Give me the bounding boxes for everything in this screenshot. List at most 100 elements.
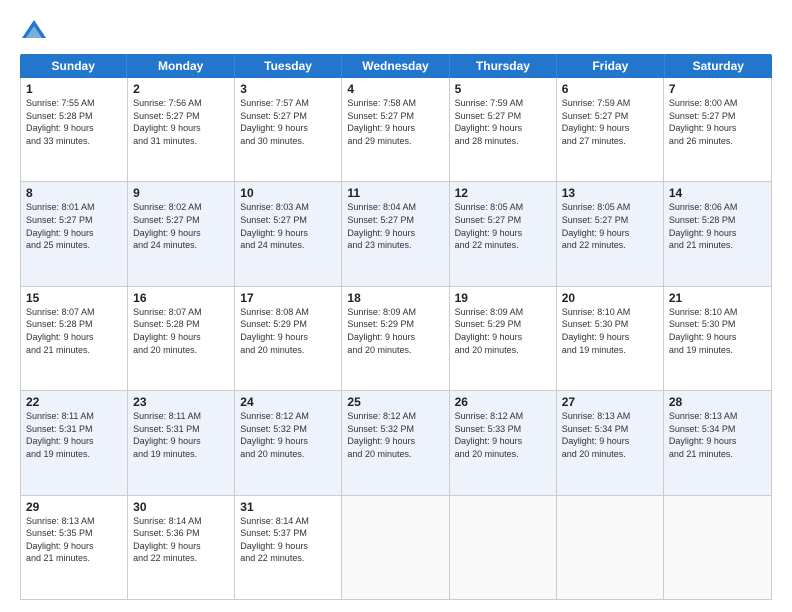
calendar-cell-17: 17Sunrise: 8:08 AMSunset: 5:29 PMDayligh… bbox=[235, 287, 342, 390]
cell-content: Sunrise: 8:02 AMSunset: 5:27 PMDaylight:… bbox=[133, 201, 229, 251]
cell-content: Sunrise: 8:13 AMSunset: 5:34 PMDaylight:… bbox=[669, 410, 766, 460]
calendar-cell-30: 30Sunrise: 8:14 AMSunset: 5:36 PMDayligh… bbox=[128, 496, 235, 599]
day-number: 28 bbox=[669, 395, 766, 409]
header-day-wednesday: Wednesday bbox=[342, 54, 449, 78]
cell-content: Sunrise: 7:59 AMSunset: 5:27 PMDaylight:… bbox=[562, 97, 658, 147]
calendar-cell-6: 6Sunrise: 7:59 AMSunset: 5:27 PMDaylight… bbox=[557, 78, 664, 181]
calendar-cell-13: 13Sunrise: 8:05 AMSunset: 5:27 PMDayligh… bbox=[557, 182, 664, 285]
day-number: 9 bbox=[133, 186, 229, 200]
day-number: 12 bbox=[455, 186, 551, 200]
cell-content: Sunrise: 8:05 AMSunset: 5:27 PMDaylight:… bbox=[455, 201, 551, 251]
calendar-row: 29Sunrise: 8:13 AMSunset: 5:35 PMDayligh… bbox=[21, 496, 771, 599]
day-number: 18 bbox=[347, 291, 443, 305]
calendar-cell-15: 15Sunrise: 8:07 AMSunset: 5:28 PMDayligh… bbox=[21, 287, 128, 390]
calendar-body: 1Sunrise: 7:55 AMSunset: 5:28 PMDaylight… bbox=[20, 78, 772, 600]
cell-content: Sunrise: 8:04 AMSunset: 5:27 PMDaylight:… bbox=[347, 201, 443, 251]
cell-content: Sunrise: 8:09 AMSunset: 5:29 PMDaylight:… bbox=[347, 306, 443, 356]
cell-content: Sunrise: 8:07 AMSunset: 5:28 PMDaylight:… bbox=[26, 306, 122, 356]
calendar-cell-25: 25Sunrise: 8:12 AMSunset: 5:32 PMDayligh… bbox=[342, 391, 449, 494]
cell-content: Sunrise: 8:10 AMSunset: 5:30 PMDaylight:… bbox=[562, 306, 658, 356]
calendar-cell-1: 1Sunrise: 7:55 AMSunset: 5:28 PMDaylight… bbox=[21, 78, 128, 181]
cell-content: Sunrise: 8:07 AMSunset: 5:28 PMDaylight:… bbox=[133, 306, 229, 356]
day-number: 14 bbox=[669, 186, 766, 200]
calendar-cell-11: 11Sunrise: 8:04 AMSunset: 5:27 PMDayligh… bbox=[342, 182, 449, 285]
calendar-cell-26: 26Sunrise: 8:12 AMSunset: 5:33 PMDayligh… bbox=[450, 391, 557, 494]
logo bbox=[20, 16, 52, 44]
calendar-cell-8: 8Sunrise: 8:01 AMSunset: 5:27 PMDaylight… bbox=[21, 182, 128, 285]
day-number: 22 bbox=[26, 395, 122, 409]
day-number: 15 bbox=[26, 291, 122, 305]
day-number: 5 bbox=[455, 82, 551, 96]
calendar-cell-27: 27Sunrise: 8:13 AMSunset: 5:34 PMDayligh… bbox=[557, 391, 664, 494]
day-number: 6 bbox=[562, 82, 658, 96]
calendar-cell-20: 20Sunrise: 8:10 AMSunset: 5:30 PMDayligh… bbox=[557, 287, 664, 390]
cell-content: Sunrise: 8:14 AMSunset: 5:37 PMDaylight:… bbox=[240, 515, 336, 565]
header-day-monday: Monday bbox=[127, 54, 234, 78]
calendar-page: SundayMondayTuesdayWednesdayThursdayFrid… bbox=[0, 0, 792, 612]
cell-content: Sunrise: 8:05 AMSunset: 5:27 PMDaylight:… bbox=[562, 201, 658, 251]
calendar-cell-22: 22Sunrise: 8:11 AMSunset: 5:31 PMDayligh… bbox=[21, 391, 128, 494]
logo-icon bbox=[20, 16, 48, 44]
calendar-cell-2: 2Sunrise: 7:56 AMSunset: 5:27 PMDaylight… bbox=[128, 78, 235, 181]
calendar-cell-29: 29Sunrise: 8:13 AMSunset: 5:35 PMDayligh… bbox=[21, 496, 128, 599]
cell-content: Sunrise: 8:11 AMSunset: 5:31 PMDaylight:… bbox=[133, 410, 229, 460]
day-number: 13 bbox=[562, 186, 658, 200]
day-number: 8 bbox=[26, 186, 122, 200]
day-number: 25 bbox=[347, 395, 443, 409]
cell-content: Sunrise: 7:58 AMSunset: 5:27 PMDaylight:… bbox=[347, 97, 443, 147]
calendar-cell-14: 14Sunrise: 8:06 AMSunset: 5:28 PMDayligh… bbox=[664, 182, 771, 285]
day-number: 4 bbox=[347, 82, 443, 96]
empty-cell bbox=[450, 496, 557, 599]
day-number: 31 bbox=[240, 500, 336, 514]
empty-cell bbox=[664, 496, 771, 599]
cell-content: Sunrise: 8:12 AMSunset: 5:33 PMDaylight:… bbox=[455, 410, 551, 460]
calendar-cell-4: 4Sunrise: 7:58 AMSunset: 5:27 PMDaylight… bbox=[342, 78, 449, 181]
day-number: 24 bbox=[240, 395, 336, 409]
calendar-cell-21: 21Sunrise: 8:10 AMSunset: 5:30 PMDayligh… bbox=[664, 287, 771, 390]
day-number: 27 bbox=[562, 395, 658, 409]
header-day-sunday: Sunday bbox=[20, 54, 127, 78]
calendar-cell-24: 24Sunrise: 8:12 AMSunset: 5:32 PMDayligh… bbox=[235, 391, 342, 494]
calendar-row: 1Sunrise: 7:55 AMSunset: 5:28 PMDaylight… bbox=[21, 78, 771, 182]
calendar-cell-9: 9Sunrise: 8:02 AMSunset: 5:27 PMDaylight… bbox=[128, 182, 235, 285]
calendar-cell-7: 7Sunrise: 8:00 AMSunset: 5:27 PMDaylight… bbox=[664, 78, 771, 181]
cell-content: Sunrise: 8:12 AMSunset: 5:32 PMDaylight:… bbox=[347, 410, 443, 460]
day-number: 17 bbox=[240, 291, 336, 305]
day-number: 21 bbox=[669, 291, 766, 305]
cell-content: Sunrise: 8:13 AMSunset: 5:34 PMDaylight:… bbox=[562, 410, 658, 460]
calendar-cell-10: 10Sunrise: 8:03 AMSunset: 5:27 PMDayligh… bbox=[235, 182, 342, 285]
day-number: 1 bbox=[26, 82, 122, 96]
day-number: 30 bbox=[133, 500, 229, 514]
empty-cell bbox=[342, 496, 449, 599]
cell-content: Sunrise: 7:57 AMSunset: 5:27 PMDaylight:… bbox=[240, 97, 336, 147]
cell-content: Sunrise: 8:01 AMSunset: 5:27 PMDaylight:… bbox=[26, 201, 122, 251]
cell-content: Sunrise: 8:12 AMSunset: 5:32 PMDaylight:… bbox=[240, 410, 336, 460]
calendar-cell-23: 23Sunrise: 8:11 AMSunset: 5:31 PMDayligh… bbox=[128, 391, 235, 494]
day-number: 29 bbox=[26, 500, 122, 514]
empty-cell bbox=[557, 496, 664, 599]
cell-content: Sunrise: 8:08 AMSunset: 5:29 PMDaylight:… bbox=[240, 306, 336, 356]
cell-content: Sunrise: 7:56 AMSunset: 5:27 PMDaylight:… bbox=[133, 97, 229, 147]
cell-content: Sunrise: 8:09 AMSunset: 5:29 PMDaylight:… bbox=[455, 306, 551, 356]
cell-content: Sunrise: 8:14 AMSunset: 5:36 PMDaylight:… bbox=[133, 515, 229, 565]
cell-content: Sunrise: 8:13 AMSunset: 5:35 PMDaylight:… bbox=[26, 515, 122, 565]
day-number: 19 bbox=[455, 291, 551, 305]
cell-content: Sunrise: 8:06 AMSunset: 5:28 PMDaylight:… bbox=[669, 201, 766, 251]
cell-content: Sunrise: 7:55 AMSunset: 5:28 PMDaylight:… bbox=[26, 97, 122, 147]
day-number: 16 bbox=[133, 291, 229, 305]
cell-content: Sunrise: 8:00 AMSunset: 5:27 PMDaylight:… bbox=[669, 97, 766, 147]
day-number: 3 bbox=[240, 82, 336, 96]
day-number: 23 bbox=[133, 395, 229, 409]
calendar-cell-5: 5Sunrise: 7:59 AMSunset: 5:27 PMDaylight… bbox=[450, 78, 557, 181]
calendar-cell-31: 31Sunrise: 8:14 AMSunset: 5:37 PMDayligh… bbox=[235, 496, 342, 599]
calendar-cell-12: 12Sunrise: 8:05 AMSunset: 5:27 PMDayligh… bbox=[450, 182, 557, 285]
calendar-row: 8Sunrise: 8:01 AMSunset: 5:27 PMDaylight… bbox=[21, 182, 771, 286]
calendar: SundayMondayTuesdayWednesdayThursdayFrid… bbox=[20, 54, 772, 600]
header-day-friday: Friday bbox=[557, 54, 664, 78]
calendar-cell-16: 16Sunrise: 8:07 AMSunset: 5:28 PMDayligh… bbox=[128, 287, 235, 390]
calendar-cell-28: 28Sunrise: 8:13 AMSunset: 5:34 PMDayligh… bbox=[664, 391, 771, 494]
calendar-cell-18: 18Sunrise: 8:09 AMSunset: 5:29 PMDayligh… bbox=[342, 287, 449, 390]
calendar-header: SundayMondayTuesdayWednesdayThursdayFrid… bbox=[20, 54, 772, 78]
day-number: 26 bbox=[455, 395, 551, 409]
day-number: 7 bbox=[669, 82, 766, 96]
